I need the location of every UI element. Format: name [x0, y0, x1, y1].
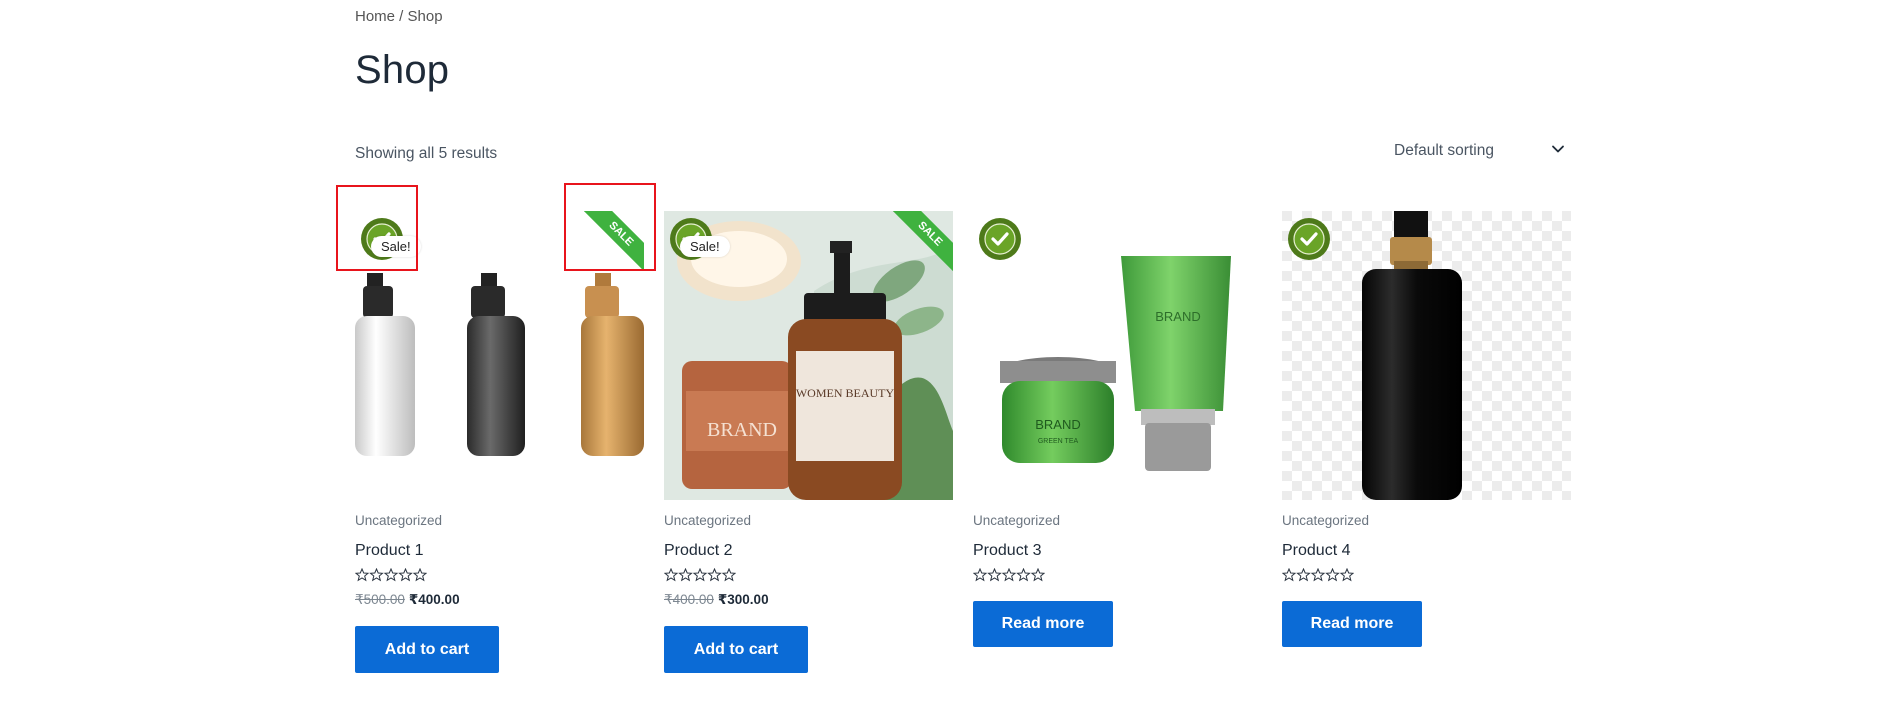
product-title[interactable]: Product 1	[355, 542, 423, 560]
breadcrumb-home-link[interactable]: Home	[355, 8, 395, 25]
product-price: ₹500.00 ₹400.00	[355, 592, 460, 608]
product-image[interactable]	[1282, 211, 1571, 500]
svg-text:BRAND: BRAND	[1155, 309, 1201, 324]
product-card: Sale! SALE Uncategorized Product 1 ₹500.…	[355, 211, 644, 711]
product-grid: Sale! SALE Uncategorized Product 1 ₹500.…	[355, 211, 1571, 711]
sale-price: ₹400.00	[408, 592, 460, 607]
highlight-box-verified-badge	[336, 185, 418, 271]
product-title[interactable]: Product 4	[1282, 542, 1350, 560]
breadcrumb-separator: /	[395, 8, 408, 25]
product-category: Uncategorized	[664, 513, 752, 528]
star-rating-icon	[355, 568, 427, 582]
highlight-box-sale-ribbon	[564, 183, 656, 271]
star-rating-icon	[973, 568, 1045, 582]
result-count: Showing all 5 results	[355, 145, 498, 162]
breadcrumb-current: Shop	[407, 8, 443, 25]
original-price: ₹500.00	[355, 592, 405, 607]
shop-page: Home / Shop Shop Showing all 5 results D…	[336, 0, 1571, 712]
product-card: BRAND WOMEN BEAUTY Sale! SALE Uncategori…	[664, 211, 953, 711]
breadcrumb: Home / Shop	[355, 8, 443, 25]
svg-text:WOMEN BEAUTY: WOMEN BEAUTY	[796, 386, 895, 400]
svg-text:BRAND: BRAND	[1035, 417, 1081, 432]
read-more-button[interactable]: Read more	[1282, 601, 1422, 647]
sort-select[interactable]: Default sorting	[1370, 138, 1570, 164]
product-image[interactable]: BRAND WOMEN BEAUTY Sale! SALE	[664, 211, 953, 500]
sale-price: ₹300.00	[717, 592, 769, 607]
sale-ribbon-label: SALE	[893, 211, 953, 271]
chevron-down-icon	[1552, 145, 1564, 153]
verified-badge-icon	[1288, 218, 1330, 260]
product-image[interactable]: BRAND BRAND GREEN TEA	[973, 211, 1262, 500]
page-title: Shop	[355, 48, 450, 92]
product-card: BRAND BRAND GREEN TEA Uncategorized Prod…	[973, 211, 1262, 711]
add-to-cart-button[interactable]: Add to cart	[664, 626, 808, 673]
product-category: Uncategorized	[1282, 513, 1370, 528]
product-title[interactable]: Product 2	[664, 542, 732, 560]
product-category: Uncategorized	[355, 513, 443, 528]
product-card: Uncategorized Product 4 Read more	[1282, 211, 1571, 711]
svg-text:GREEN TEA: GREEN TEA	[1038, 438, 1079, 445]
product-price: ₹400.00 ₹300.00	[664, 592, 769, 608]
verified-badge-icon	[979, 218, 1021, 260]
product-category: Uncategorized	[973, 513, 1061, 528]
sale-ribbon: SALE	[893, 211, 953, 271]
star-rating-icon	[1282, 568, 1354, 582]
sale-badge: Sale!	[680, 236, 730, 257]
star-rating-icon	[664, 568, 736, 582]
original-price: ₹400.00	[664, 592, 714, 607]
add-to-cart-button[interactable]: Add to cart	[355, 626, 499, 673]
svg-text:BRAND: BRAND	[707, 419, 777, 441]
product-title[interactable]: Product 3	[973, 542, 1041, 560]
read-more-button[interactable]: Read more	[973, 601, 1113, 647]
sort-select-value: Default sorting	[1394, 142, 1494, 159]
